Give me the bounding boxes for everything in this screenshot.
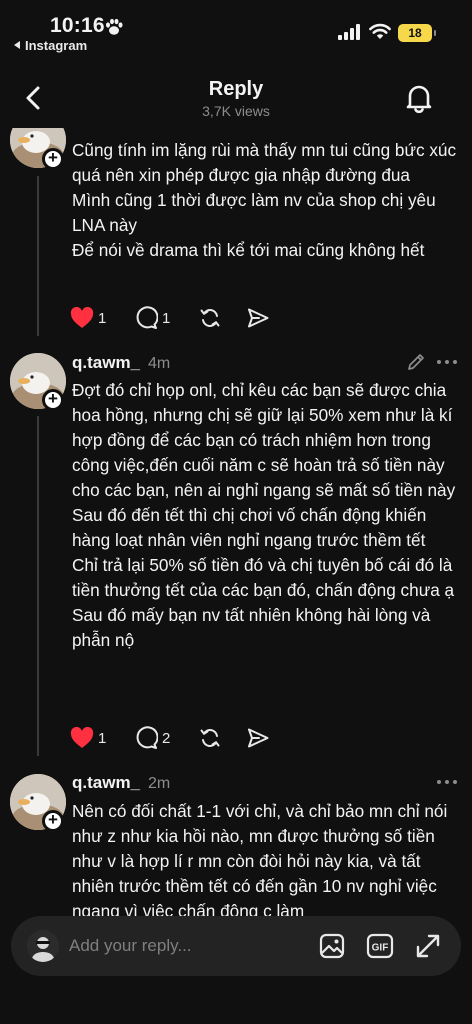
more-options-icon[interactable]	[436, 778, 458, 786]
post-body: Cũng tính im lặng rùi mà thấy mn tui cũn…	[72, 138, 464, 263]
reply-composer[interactable]: Add your reply... GIF	[11, 916, 461, 976]
wifi-icon	[369, 23, 391, 39]
post-paragraph: Chỉ trả lại 50% số tiền đó và chị tuyên …	[72, 555, 455, 600]
comment-count: 1	[162, 309, 171, 327]
comment-bubble-icon	[136, 726, 158, 749]
view-count: 3,7K views	[202, 103, 270, 119]
edit-pencil-icon[interactable]	[406, 352, 426, 372]
repost-icon	[200, 729, 220, 747]
svg-text:GIF: GIF	[372, 943, 389, 954]
reply-input[interactable]: Add your reply...	[69, 936, 192, 956]
like-button[interactable]: 1	[70, 305, 106, 331]
repost-icon	[200, 309, 220, 327]
post-body: Nên có đối chất 1-1 với chỉ, và chỉ bảo …	[72, 799, 464, 920]
paw-icon	[106, 18, 123, 35]
thread-connector	[37, 176, 39, 336]
send-icon	[248, 308, 269, 328]
thread-post: + q.tawm_ 2m Nên có đối chất 1-1 với chỉ,…	[0, 770, 472, 920]
back-triangle-icon	[14, 41, 20, 49]
back-to-app-link[interactable]: Instagram	[14, 38, 87, 53]
comment-button[interactable]: 2	[134, 725, 170, 751]
like-count: 1	[98, 309, 107, 327]
share-button[interactable]	[246, 305, 270, 331]
bell-icon[interactable]	[404, 82, 434, 114]
status-time: 10:16	[50, 14, 105, 37]
post-paragraph: Nên có đối chất 1-1 với chỉ, và chỉ bảo …	[72, 801, 448, 920]
more-options-icon[interactable]	[436, 358, 458, 366]
page-title: Reply	[208, 78, 264, 100]
cellular-signal-icon	[338, 24, 360, 40]
repost-button[interactable]	[198, 305, 222, 331]
post-username[interactable]: q.tawm_ 2m	[72, 773, 170, 793]
post-time: 2m	[148, 775, 171, 792]
avatar-image	[27, 930, 59, 962]
my-avatar	[27, 930, 59, 962]
comment-button[interactable]: 1	[134, 305, 170, 331]
battery-indicator: 18	[398, 24, 436, 42]
thread-post: + q.tawm_ 4m Đợt đó chỉ họp onl, chỉ kêu …	[0, 348, 472, 758]
post-body: Đợt đó chỉ họp onl, chỉ kêu các bạn sẽ đ…	[72, 378, 464, 653]
like-button[interactable]: 1	[70, 725, 106, 751]
thread-connector	[37, 416, 39, 756]
post-paragraph: Để nói về drama thì kể tới mai cũng khôn…	[72, 240, 425, 260]
post-actions: 1 1	[70, 305, 350, 331]
top-bar: Reply 3,7K views	[0, 70, 472, 128]
thread-post: + Cũng tính im lặng rùi mà thấy mn tui c…	[0, 128, 472, 348]
follow-plus-button[interactable]: +	[42, 810, 64, 832]
comment-bubble-icon	[136, 306, 158, 329]
post-paragraph: Mình cũng 1 thời được làm nv của shop ch…	[72, 190, 436, 235]
post-time: 4m	[148, 355, 171, 372]
share-button[interactable]	[246, 725, 270, 751]
post-paragraph: Sau đó đến tết thì chị chơi vố chấn động…	[72, 505, 427, 550]
post-paragraph: Sau đó mấy bạn nv tất nhiên không hài lò…	[72, 605, 431, 650]
username-text: q.tawm_	[72, 353, 141, 372]
like-count: 1	[98, 729, 107, 747]
status-bar: 10:16 Instagram 18	[0, 0, 472, 60]
gif-icon[interactable]: GIF	[366, 932, 394, 960]
post-paragraph: Đợt đó chỉ họp onl, chỉ kêu các bạn sẽ đ…	[72, 380, 456, 500]
send-icon	[248, 728, 269, 748]
comment-count: 2	[162, 729, 171, 747]
repost-button[interactable]	[198, 725, 222, 751]
username-text: q.tawm_	[72, 773, 141, 792]
post-actions: 1 2	[70, 725, 350, 751]
expand-icon[interactable]	[414, 932, 442, 960]
post-username[interactable]: q.tawm_ 4m	[72, 353, 170, 373]
follow-plus-button[interactable]: +	[42, 389, 64, 411]
image-icon[interactable]	[318, 932, 346, 960]
follow-plus-button[interactable]: +	[42, 148, 64, 170]
heart-filled-icon	[70, 307, 94, 328]
back-app-label: Instagram	[25, 38, 88, 53]
reply-thread[interactable]: + Cũng tính im lặng rùi mà thấy mn tui c…	[0, 128, 472, 920]
heart-filled-icon	[70, 727, 94, 748]
post-paragraph: Cũng tính im lặng rùi mà thấy mn tui cũn…	[72, 140, 457, 185]
